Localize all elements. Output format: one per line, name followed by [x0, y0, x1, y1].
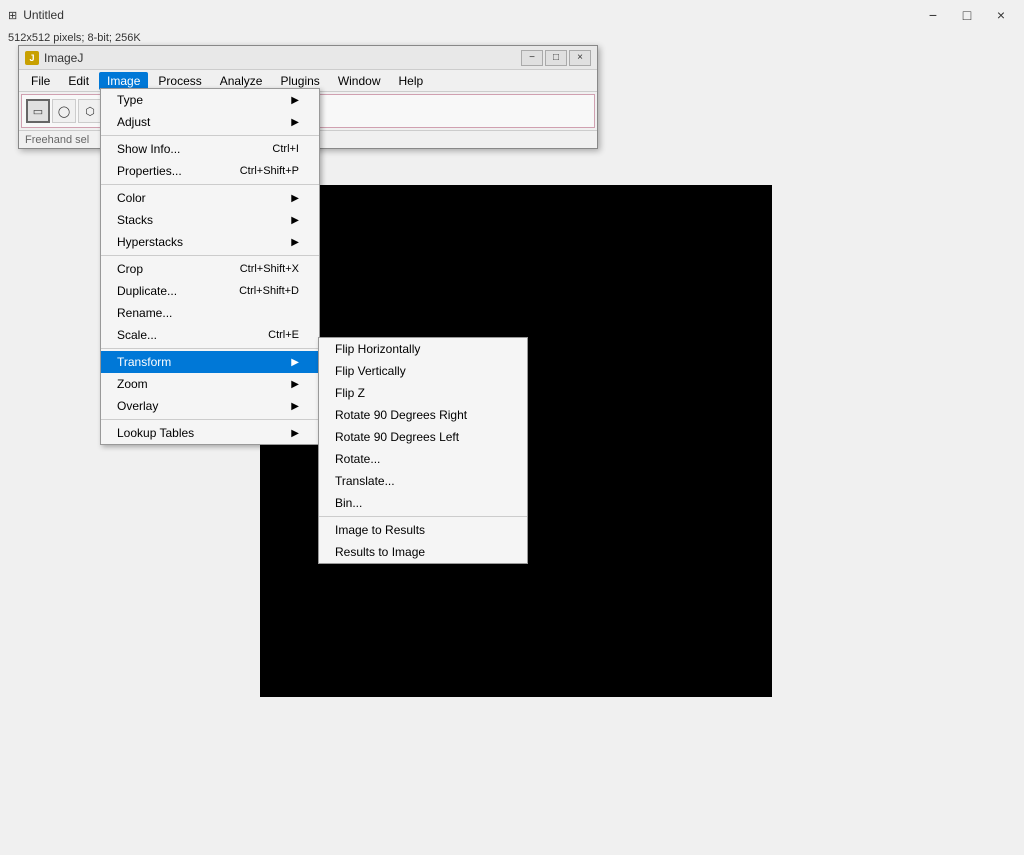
submenu-separator-1: [319, 516, 527, 517]
imagej-title-text: ImageJ: [44, 51, 83, 65]
ij-minimize-button[interactable]: −: [521, 50, 543, 66]
separator-1: [101, 135, 319, 136]
window-icon: ⊞: [8, 9, 17, 22]
submenu-arrow-adjust: ▶: [291, 117, 299, 128]
menu-item-lookup-tables[interactable]: Lookup Tables ▶: [101, 422, 319, 444]
menu-process[interactable]: Process: [150, 72, 209, 90]
window-title: ⊞ Untitled: [8, 8, 64, 22]
submenu-item-translate[interactable]: Translate...: [319, 470, 527, 492]
image-dropdown-menu: Type ▶ Adjust ▶ Show Info... Ctrl+I Prop…: [100, 88, 320, 445]
submenu-arrow-type: ▶: [291, 95, 299, 106]
menu-item-show-info[interactable]: Show Info... Ctrl+I: [101, 138, 319, 160]
window-controls: − □ ×: [918, 4, 1016, 26]
separator-4: [101, 348, 319, 349]
menu-item-adjust[interactable]: Adjust ▶: [101, 111, 319, 133]
close-button[interactable]: ×: [986, 4, 1016, 26]
submenu-item-flip-vertical[interactable]: Flip Vertically: [319, 360, 527, 382]
title-text: Untitled: [23, 8, 64, 22]
submenu-arrow-stacks: ▶: [291, 215, 299, 226]
separator-3: [101, 255, 319, 256]
tool-rectangle[interactable]: ▭: [26, 99, 50, 123]
menu-item-stacks[interactable]: Stacks ▶: [101, 209, 319, 231]
transform-submenu: Flip Horizontally Flip Vertically Flip Z…: [318, 337, 528, 564]
main-window-chrome: ⊞ Untitled − □ ×: [0, 0, 1024, 30]
separator-2: [101, 184, 319, 185]
submenu-item-flip-horizontal[interactable]: Flip Horizontally: [319, 338, 527, 360]
submenu-arrow-zoom: ▶: [291, 379, 299, 390]
menu-item-transform[interactable]: Transform ▶: [101, 351, 319, 373]
menu-item-scale[interactable]: Scale... Ctrl+E: [101, 324, 319, 346]
submenu-arrow-transform: ▶: [291, 357, 299, 368]
minimize-button[interactable]: −: [918, 4, 948, 26]
imagej-win-controls: − □ ×: [521, 50, 591, 66]
ij-maximize-button[interactable]: □: [545, 50, 567, 66]
submenu-arrow-hyperstacks: ▶: [291, 237, 299, 248]
imagej-titlebar: J ImageJ − □ ×: [19, 46, 597, 70]
submenu-item-rotate[interactable]: Rotate...: [319, 448, 527, 470]
subtitle-text: 512x512 pixels; 8-bit; 256K: [8, 32, 141, 44]
tool-oval[interactable]: ◯: [52, 99, 76, 123]
menu-item-type[interactable]: Type ▶: [101, 89, 319, 111]
imagej-icon: J: [25, 51, 39, 65]
submenu-arrow-lookup: ▶: [291, 428, 299, 439]
imagej-title: J ImageJ: [25, 51, 83, 65]
submenu-item-bin[interactable]: Bin...: [319, 492, 527, 514]
menu-edit[interactable]: Edit: [60, 72, 97, 90]
menu-item-duplicate[interactable]: Duplicate... Ctrl+Shift+D: [101, 280, 319, 302]
submenu-arrow-overlay: ▶: [291, 401, 299, 412]
menu-item-overlay[interactable]: Overlay ▶: [101, 395, 319, 417]
maximize-button[interactable]: □: [952, 4, 982, 26]
menu-help[interactable]: Help: [391, 72, 432, 90]
submenu-arrow-color: ▶: [291, 193, 299, 204]
menu-item-properties[interactable]: Properties... Ctrl+Shift+P: [101, 160, 319, 182]
subtitle-bar: 512x512 pixels; 8-bit; 256K: [0, 30, 149, 46]
submenu-item-image-to-results[interactable]: Image to Results: [319, 519, 527, 541]
submenu-item-rotate-left[interactable]: Rotate 90 Degrees Left: [319, 426, 527, 448]
submenu-item-rotate-right[interactable]: Rotate 90 Degrees Right: [319, 404, 527, 426]
submenu-item-flip-z[interactable]: Flip Z: [319, 382, 527, 404]
menu-analyze[interactable]: Analyze: [212, 72, 271, 90]
menu-plugins[interactable]: Plugins: [272, 72, 327, 90]
menu-file[interactable]: File: [23, 72, 58, 90]
menu-item-color[interactable]: Color ▶: [101, 187, 319, 209]
submenu-item-results-to-image[interactable]: Results to Image: [319, 541, 527, 563]
menu-window[interactable]: Window: [330, 72, 389, 90]
menu-item-zoom[interactable]: Zoom ▶: [101, 373, 319, 395]
status-text: Freehand sel: [25, 134, 89, 146]
menu-item-hyperstacks[interactable]: Hyperstacks ▶: [101, 231, 319, 253]
menu-image[interactable]: Image: [99, 72, 148, 90]
ij-close-button[interactable]: ×: [569, 50, 591, 66]
menu-item-crop[interactable]: Crop Ctrl+Shift+X: [101, 258, 319, 280]
menu-item-rename[interactable]: Rename...: [101, 302, 319, 324]
tool-polygon[interactable]: ⬡: [78, 99, 102, 123]
separator-5: [101, 419, 319, 420]
